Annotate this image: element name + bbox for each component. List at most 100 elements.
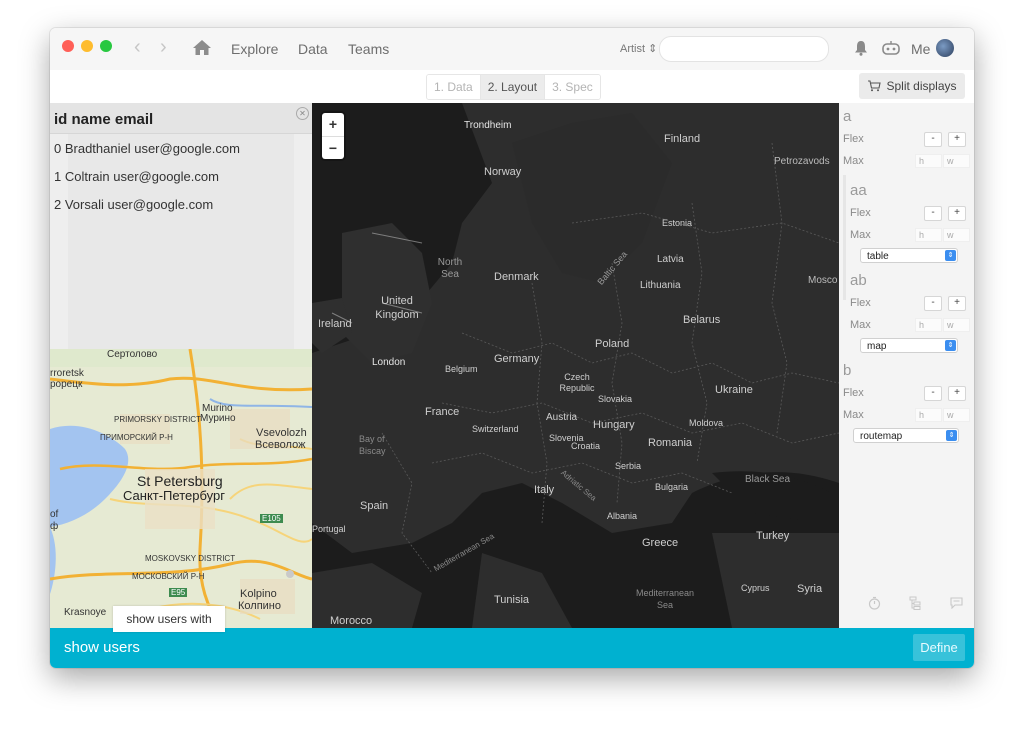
map-label: of bbox=[50, 509, 59, 520]
max-height-input[interactable]: h bbox=[915, 318, 942, 332]
window-zoom-button[interactable] bbox=[100, 40, 112, 52]
select-value: routemap bbox=[860, 431, 903, 442]
dark-map[interactable]: + − Finland Norway Estonia Latvia Lithua… bbox=[312, 103, 839, 628]
max-height-input[interactable]: h bbox=[915, 154, 942, 168]
artist-select[interactable]: Artist ⇕ bbox=[620, 42, 657, 55]
map-label: рорецк bbox=[50, 379, 83, 390]
flex-decrease-button[interactable]: - bbox=[924, 296, 942, 311]
user-label[interactable]: Me bbox=[911, 41, 930, 57]
section-b-title: b bbox=[843, 362, 852, 379]
map-country-label: Ukraine bbox=[715, 384, 753, 396]
max-height-input[interactable]: h bbox=[915, 408, 942, 422]
map-sea-label: Mediterranean Sea bbox=[635, 588, 695, 610]
map-country-label: Serbia bbox=[615, 461, 642, 471]
back-icon[interactable]: ‹ bbox=[134, 37, 141, 57]
map-country-label: Portugal bbox=[312, 524, 346, 534]
flex-label: Flex bbox=[850, 207, 871, 219]
flex-decrease-button[interactable]: - bbox=[924, 206, 942, 221]
avatar[interactable] bbox=[936, 39, 954, 57]
robot-icon[interactable] bbox=[881, 40, 901, 56]
map-country-label: Turkey bbox=[756, 530, 790, 542]
map-label: Vsevolozh bbox=[256, 427, 307, 439]
map-label: Krasnoye bbox=[64, 607, 107, 618]
max-width-input[interactable]: w bbox=[943, 228, 970, 242]
map-label: Мурино bbox=[200, 413, 236, 424]
map-label: Всеволож bbox=[255, 439, 306, 451]
select-value: map bbox=[867, 341, 887, 352]
zoom-control: + − bbox=[322, 113, 344, 159]
max-label: Max bbox=[843, 155, 864, 167]
map-city-label: London bbox=[372, 357, 406, 368]
close-icon[interactable]: ✕ bbox=[296, 107, 309, 120]
max-height-input[interactable]: h bbox=[915, 228, 942, 242]
nav-explore[interactable]: Explore bbox=[231, 41, 278, 57]
select-arrow-icon: ⇕ bbox=[945, 340, 956, 351]
select-arrow-icon: ⇕ bbox=[648, 43, 658, 55]
home-icon[interactable] bbox=[192, 39, 212, 56]
table-row[interactable]: 1 Coltrain user@google.com bbox=[54, 169, 219, 184]
bell-icon[interactable] bbox=[854, 40, 868, 56]
select-arrow-icon: ⇕ bbox=[945, 250, 956, 261]
define-button[interactable]: Define bbox=[913, 634, 965, 661]
flex-decrease-button[interactable]: - bbox=[924, 386, 942, 401]
flex-increase-button[interactable]: + bbox=[948, 132, 966, 147]
map-label: МОСКОВСКИЙ Р-Н bbox=[132, 572, 205, 581]
max-width-input[interactable]: w bbox=[943, 408, 970, 422]
flex-label: Flex bbox=[843, 133, 864, 145]
display-type-select[interactable]: routemap ⇕ bbox=[853, 428, 959, 443]
window-close-button[interactable] bbox=[62, 40, 74, 52]
flex-increase-button[interactable]: + bbox=[948, 386, 966, 401]
tab-data[interactable]: 1. Data bbox=[427, 75, 481, 99]
map-city-label: Petrozavods bbox=[774, 156, 830, 167]
map-label: Санкт-Петербург bbox=[123, 488, 225, 503]
nav-teams[interactable]: Teams bbox=[348, 41, 389, 57]
tree-icon[interactable] bbox=[909, 596, 922, 610]
table-row[interactable]: 0 Bradthaniel user@google.com bbox=[54, 141, 240, 156]
split-displays-button[interactable]: Split displays bbox=[859, 73, 965, 99]
map-country-label: Norway bbox=[484, 166, 522, 178]
select-arrow-icon: ⇕ bbox=[946, 430, 957, 441]
window-minimize-button[interactable] bbox=[81, 40, 93, 52]
map-country-label: Belgium bbox=[445, 364, 478, 374]
map-city-label: Trondheim bbox=[464, 120, 512, 131]
zoom-out-button[interactable]: − bbox=[322, 137, 344, 160]
map-country-label: France bbox=[425, 406, 460, 418]
flex-label: Flex bbox=[843, 387, 864, 399]
query-text[interactable]: show users bbox=[64, 639, 140, 656]
max-width-input[interactable]: w bbox=[943, 318, 970, 332]
display-type-select[interactable]: table ⇕ bbox=[860, 248, 958, 263]
section-ab-title: ab bbox=[850, 272, 867, 289]
map-country-label: Romania bbox=[648, 437, 693, 449]
route-map[interactable]: Сертолово rroretsk рорецк PRIMORSKY DIST… bbox=[50, 349, 312, 628]
tab-spec[interactable]: 3. Spec bbox=[545, 75, 600, 99]
map-label: MOSKOVSKY DISTRICT bbox=[145, 554, 236, 563]
select-value: table bbox=[867, 251, 889, 262]
flex-increase-button[interactable]: + bbox=[948, 206, 966, 221]
flex-decrease-button[interactable]: - bbox=[924, 132, 942, 147]
max-width-input[interactable]: w bbox=[943, 154, 970, 168]
table-row[interactable]: 2 Vorsali user@google.com bbox=[54, 197, 213, 212]
autocomplete-suggestion[interactable]: show users with bbox=[113, 606, 225, 632]
map-label: Kolpino bbox=[240, 588, 277, 600]
split-displays-label: Split displays bbox=[886, 79, 957, 93]
map-country-label: Poland bbox=[595, 338, 630, 350]
flex-increase-button[interactable]: + bbox=[948, 296, 966, 311]
map-country-label: Lithuania bbox=[640, 280, 681, 291]
timer-icon[interactable] bbox=[868, 596, 881, 610]
map-label: ф bbox=[50, 521, 59, 532]
comment-icon[interactable] bbox=[950, 597, 963, 609]
display-type-select[interactable]: map ⇕ bbox=[860, 338, 958, 353]
zoom-in-button[interactable]: + bbox=[322, 113, 344, 137]
map-country-label: Czech Republic bbox=[559, 372, 595, 393]
artist-label: Artist bbox=[620, 43, 646, 55]
max-label: Max bbox=[850, 319, 871, 331]
map-country-label: Germany bbox=[494, 353, 540, 365]
nav-data[interactable]: Data bbox=[298, 41, 328, 57]
map-label: Колпино bbox=[238, 600, 281, 612]
map-country-label: Moldova bbox=[689, 418, 724, 428]
forward-icon[interactable]: › bbox=[160, 37, 167, 57]
map-country-label: Latvia bbox=[657, 254, 684, 265]
tab-layout[interactable]: 2. Layout bbox=[480, 75, 546, 99]
map-country-label: Greece bbox=[642, 537, 679, 549]
search-input[interactable] bbox=[659, 36, 829, 62]
